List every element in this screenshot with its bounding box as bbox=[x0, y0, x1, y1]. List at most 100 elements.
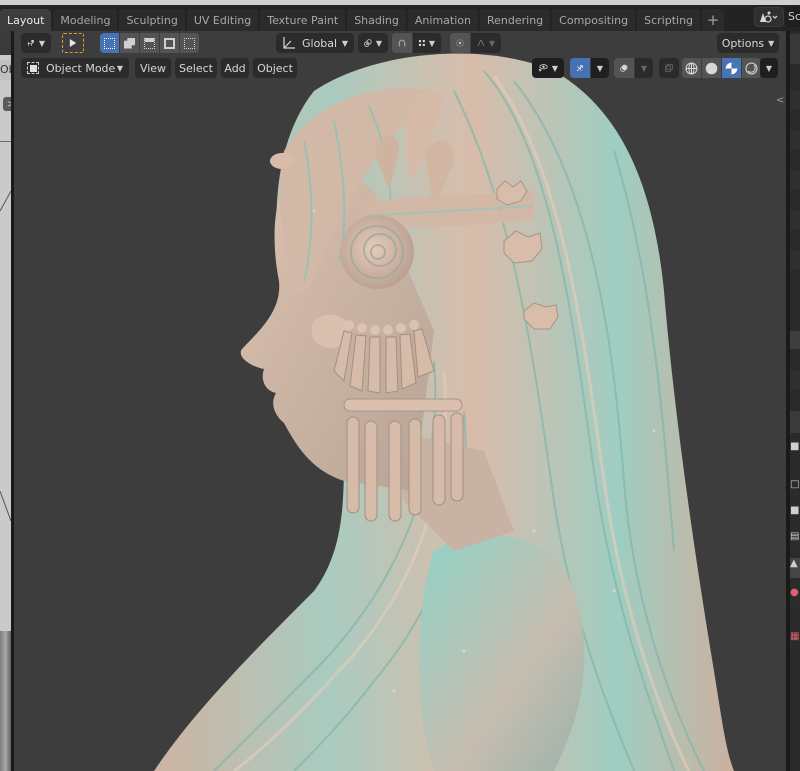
pivot-icon bbox=[27, 39, 35, 46]
shading-wireframe[interactable] bbox=[682, 58, 701, 78]
selection-mode-extend[interactable] bbox=[120, 33, 139, 53]
outliner-row[interactable] bbox=[790, 131, 800, 149]
selection-mode-intersect[interactable] bbox=[180, 33, 199, 53]
tab-shading[interactable]: Shading bbox=[347, 9, 406, 31]
outliner-row[interactable] bbox=[790, 91, 800, 109]
scene-selector-button[interactable] bbox=[754, 7, 784, 27]
snap-target-dropdown[interactable]: ▼ bbox=[413, 33, 441, 53]
chevron-down-icon: ▼ bbox=[765, 63, 773, 73]
tab-layout[interactable]: Layout bbox=[0, 9, 52, 31]
outliner-row[interactable] bbox=[790, 251, 800, 269]
interaction-mode-dropdown[interactable]: Object Mode ▼ bbox=[21, 58, 129, 78]
shading-mode-group bbox=[682, 58, 761, 78]
forehead-ornament bbox=[270, 153, 294, 169]
select-tool-button[interactable] bbox=[62, 33, 84, 53]
tab-rendering[interactable]: Rendering bbox=[479, 9, 551, 31]
object-mode-icon bbox=[27, 62, 39, 74]
mode-label: Object Mode bbox=[46, 61, 116, 75]
proportional-edit-icon bbox=[456, 39, 464, 47]
output-icon: ■ bbox=[790, 505, 800, 516]
scene-name-field[interactable]: Sc bbox=[785, 7, 800, 27]
transform-pivot-dropdown[interactable]: ▼ bbox=[21, 33, 51, 53]
gizmo-dropdown[interactable]: ▼ bbox=[591, 58, 609, 78]
select-intersect-icon bbox=[184, 37, 195, 49]
tab-texture-paint[interactable]: Texture Paint bbox=[260, 9, 346, 31]
overlay-dropdown[interactable]: ▼ bbox=[635, 58, 653, 78]
solid-shading-icon bbox=[705, 62, 718, 74]
snap-toggle[interactable] bbox=[392, 33, 412, 53]
cursor-icon bbox=[69, 39, 77, 47]
tab-output[interactable]: ■ bbox=[790, 505, 800, 525]
workspace-tab-bar: Layout Modeling Sculpting UV Editing Tex… bbox=[0, 5, 800, 31]
selection-mode-set[interactable] bbox=[100, 33, 119, 53]
menu-select[interactable]: Select bbox=[175, 58, 217, 78]
left-editor-mesh-preview bbox=[0, 631, 11, 771]
orientation-axes-icon bbox=[283, 37, 295, 49]
menu-add[interactable]: Add bbox=[221, 58, 249, 78]
tab-uv-editing[interactable]: UV Editing bbox=[186, 9, 259, 31]
tab-sculpting[interactable]: Sculpting bbox=[119, 9, 185, 31]
chevron-down-icon: ▼ bbox=[375, 38, 382, 48]
chevron-down-icon: ▼ bbox=[116, 63, 123, 73]
outliner-row-selected[interactable] bbox=[790, 331, 800, 349]
falloff-curve-icon bbox=[477, 39, 485, 47]
world-icon: ● bbox=[790, 587, 799, 598]
shading-solid[interactable] bbox=[702, 58, 721, 78]
outliner-row[interactable] bbox=[790, 371, 800, 389]
wireframe-icon bbox=[685, 62, 698, 74]
selection-mode-group bbox=[100, 33, 199, 53]
snap-icon bbox=[398, 39, 406, 47]
gizmo-toggle[interactable] bbox=[570, 58, 590, 78]
tassel-bar bbox=[343, 398, 463, 412]
3d-viewport[interactable]: ▼ Global ▼ ▼ ▼ ▼ Options ▼ Object Mode ▼… bbox=[14, 31, 786, 771]
left-editor-mode-label[interactable]: Obj bbox=[0, 60, 11, 80]
properties-editor: ■ □ ■ ▤ ▲ ● ▦ bbox=[790, 31, 800, 771]
shading-rendered[interactable] bbox=[742, 58, 761, 78]
select-subtract-icon bbox=[144, 37, 155, 49]
xray-toggle[interactable] bbox=[659, 58, 679, 78]
select-difference-icon bbox=[164, 37, 175, 49]
overlay-toggle[interactable] bbox=[614, 58, 634, 78]
sidebar-toggle[interactable]: < bbox=[776, 95, 786, 109]
viewport-tool-header: ▼ Global ▼ ▼ ▼ ▼ Options ▼ bbox=[14, 31, 786, 55]
left-editor: Obj bbox=[0, 31, 11, 771]
proportional-edit-toggle[interactable] bbox=[450, 33, 470, 53]
tab-modeling[interactable]: Modeling bbox=[53, 9, 118, 31]
material-preview-icon bbox=[725, 62, 738, 74]
outliner-row[interactable] bbox=[790, 171, 800, 189]
selection-mode-subtract[interactable] bbox=[140, 33, 159, 53]
chevron-down-icon: ▼ bbox=[428, 38, 435, 48]
gizmo-icon bbox=[576, 65, 583, 72]
pivot-point-dropdown[interactable]: ▼ bbox=[358, 33, 388, 53]
shading-material-preview[interactable] bbox=[722, 58, 741, 78]
options-dropdown[interactable]: Options ▼ bbox=[717, 33, 779, 53]
texture-icon: ▦ bbox=[790, 631, 800, 642]
tool-icon: ■ bbox=[790, 441, 800, 452]
viewport-header: Object Mode ▼ View Select Add Object ▼ ▼ bbox=[14, 56, 786, 80]
select-extend-icon bbox=[124, 37, 135, 49]
tab-render[interactable]: □ bbox=[790, 479, 800, 499]
transform-orientation-dropdown[interactable]: Global ▼ bbox=[276, 33, 354, 53]
tab-tool[interactable]: ■ bbox=[790, 441, 800, 461]
menu-object[interactable]: Object bbox=[253, 58, 297, 78]
tab-view-layer[interactable]: ▤ bbox=[790, 531, 800, 551]
proportional-falloff-dropdown[interactable]: ▼ bbox=[471, 33, 501, 53]
tab-texture[interactable]: ▦ bbox=[790, 631, 800, 651]
visibility-dropdown[interactable]: ▼ bbox=[532, 58, 564, 78]
chevron-down-icon: ▼ bbox=[341, 38, 348, 48]
tab-scripting[interactable]: Scripting bbox=[637, 9, 701, 31]
tab-scene[interactable]: ▲ bbox=[790, 558, 800, 578]
select-set-icon bbox=[104, 37, 115, 49]
shading-options-dropdown[interactable]: ▼ bbox=[760, 58, 778, 78]
xray-icon bbox=[665, 64, 673, 72]
outliner-row[interactable] bbox=[790, 211, 800, 229]
tab-animation[interactable]: Animation bbox=[407, 9, 478, 31]
overlay-icon bbox=[620, 64, 628, 72]
tab-world[interactable]: ● bbox=[790, 587, 800, 607]
selection-mode-difference[interactable] bbox=[160, 33, 179, 53]
tab-compositing[interactable]: Compositing bbox=[552, 9, 636, 31]
eye-icon bbox=[538, 64, 548, 72]
menu-view[interactable]: View bbox=[135, 58, 171, 78]
add-workspace-button[interactable]: + bbox=[702, 9, 725, 31]
scene-props-icon: ▲ bbox=[790, 558, 798, 569]
